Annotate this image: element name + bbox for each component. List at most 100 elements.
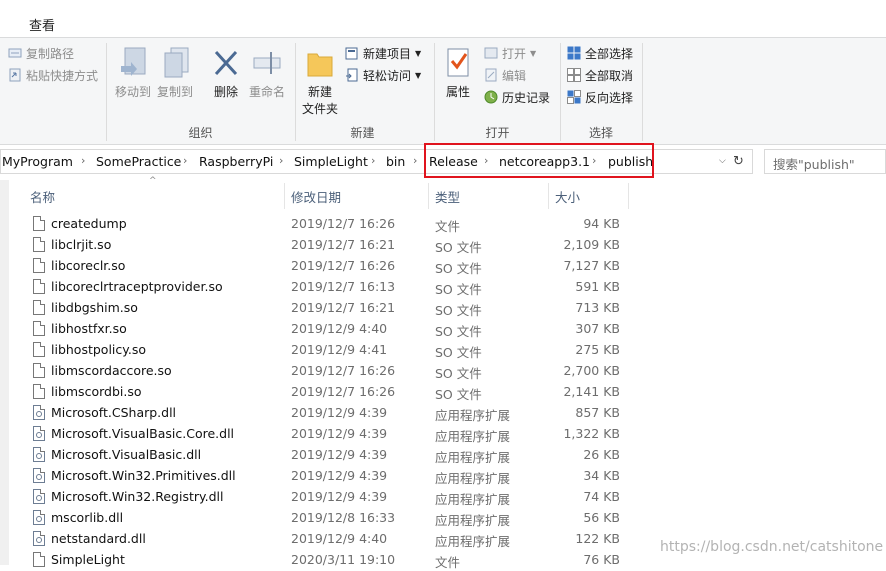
file-modified-date: 2019/12/9 4:39 bbox=[291, 405, 388, 420]
breadcrumb-somepractice[interactable]: SomePractice bbox=[96, 154, 181, 169]
file-row[interactable]: libhostfxr.so 2019/12/9 4:40 SO 文件 307 KB bbox=[0, 319, 640, 340]
file-row[interactable]: Microsoft.Win32.Registry.dll 2019/12/9 4:… bbox=[0, 487, 640, 508]
file-name: libhostfxr.so bbox=[51, 321, 127, 336]
open-label: 打开 bbox=[502, 46, 527, 61]
folder-icon bbox=[304, 46, 336, 80]
file-modified-date: 2019/12/9 4:39 bbox=[291, 468, 388, 483]
breadcrumb-simplelight[interactable]: SimpleLight bbox=[294, 154, 368, 169]
file-row[interactable]: libmscordbi.so 2019/12/7 16:26 SO 文件 2,141 … bbox=[0, 382, 640, 403]
tab-view[interactable]: 查看 bbox=[29, 15, 55, 34]
new-folder-button[interactable]: 新建 文件夹 bbox=[300, 46, 340, 118]
file-name: Microsoft.Win32.Primitives.dll bbox=[51, 468, 236, 483]
file-icon bbox=[33, 363, 45, 378]
new-item-button[interactable]: 新建项目 ▼ bbox=[345, 43, 421, 63]
file-name: libmscordaccore.so bbox=[51, 363, 172, 378]
path-highlight-box bbox=[424, 143, 654, 178]
edit-button[interactable]: 编辑 bbox=[484, 65, 526, 85]
file-row[interactable]: libclrjit.so 2019/12/7 16:21 SO 文件 2,109 KB bbox=[0, 235, 640, 256]
select-all-icon bbox=[567, 46, 581, 60]
file-size: 591 KB bbox=[575, 279, 620, 294]
move-to-button[interactable]: 移动到 bbox=[113, 46, 153, 101]
column-header-type[interactable]: 类型 bbox=[435, 187, 460, 206]
new-item-icon bbox=[345, 46, 359, 60]
file-row[interactable]: libcoreclrtraceptprovider.so 2019/12/7 16… bbox=[0, 277, 640, 298]
breadcrumb-separator-icon[interactable]: › bbox=[371, 154, 375, 167]
rename-button[interactable]: 重命名 bbox=[246, 46, 288, 101]
file-type: 文件 bbox=[435, 219, 461, 234]
file-modified-date: 2019/12/9 4:40 bbox=[291, 531, 388, 546]
column-divider[interactable] bbox=[428, 183, 429, 209]
file-row[interactable]: libmscordaccore.so 2019/12/7 16:26 SO 文件 2,… bbox=[0, 361, 640, 382]
file-modified-date: 2019/12/7 16:21 bbox=[291, 300, 396, 315]
file-row[interactable]: createdump 2019/12/7 16:26 文件 94 KB bbox=[0, 214, 640, 235]
file-row[interactable]: Microsoft.VisualBasic.Core.dll 2019/12/9 … bbox=[0, 424, 640, 445]
file-name: libclrjit.so bbox=[51, 237, 112, 252]
properties-button[interactable]: 属性 bbox=[440, 46, 476, 101]
file-row[interactable]: Microsoft.VisualBasic.dll 2019/12/9 4:39 应… bbox=[0, 445, 640, 466]
file-modified-date: 2019/12/9 4:40 bbox=[291, 321, 388, 336]
breadcrumb-myprogram[interactable]: MyProgram bbox=[2, 154, 73, 169]
select-all-button[interactable]: 全部选择 bbox=[567, 43, 633, 63]
file-row[interactable]: libcoreclr.so 2019/12/7 16:26 SO 文件 7,127 K… bbox=[0, 256, 640, 277]
file-name: libcoreclrtraceptprovider.so bbox=[51, 279, 223, 294]
file-row[interactable]: SimpleLight 2020/3/11 19:10 文件 76 KB bbox=[0, 550, 640, 571]
file-icon bbox=[33, 384, 45, 399]
file-type: 应用程序扩展 bbox=[435, 450, 511, 465]
file-row[interactable]: mscorlib.dll 2019/12/8 16:33 应用程序扩展 56 KB bbox=[0, 508, 640, 529]
file-icon bbox=[33, 237, 45, 252]
file-type: SO 文件 bbox=[435, 261, 482, 276]
file-size: 2,141 KB bbox=[563, 384, 620, 399]
history-button[interactable]: 历史记录 bbox=[484, 87, 550, 107]
delete-button[interactable]: 删除 bbox=[206, 46, 246, 101]
refresh-icon[interactable]: ↻ bbox=[733, 154, 744, 169]
file-size: 74 KB bbox=[583, 489, 620, 504]
copy-path-button[interactable]: 复制路径 bbox=[8, 43, 74, 63]
column-header-size[interactable]: 大小 bbox=[555, 187, 580, 206]
file-size: 275 KB bbox=[575, 342, 620, 357]
breadcrumb-separator-icon[interactable]: › bbox=[81, 154, 85, 167]
file-row[interactable]: Microsoft.CSharp.dll 2019/12/9 4:39 应用程序扩展… bbox=[0, 403, 640, 424]
file-name: libhostpolicy.so bbox=[51, 342, 147, 357]
easy-access-label: 轻松访问 bbox=[363, 68, 412, 83]
file-row[interactable]: netstandard.dll 2019/12/9 4:40 应用程序扩展 122 K… bbox=[0, 529, 640, 550]
column-divider[interactable] bbox=[284, 183, 285, 209]
file-name: Microsoft.Win32.Registry.dll bbox=[51, 489, 224, 504]
breadcrumb-separator-icon[interactable]: › bbox=[413, 154, 417, 167]
breadcrumb-separator-icon[interactable]: › bbox=[183, 154, 187, 167]
column-header-date[interactable]: 修改日期 bbox=[291, 187, 341, 206]
invert-selection-button[interactable]: 反向选择 bbox=[567, 87, 633, 107]
file-row[interactable]: libhostpolicy.so 2019/12/9 4:41 SO 文件 275 K… bbox=[0, 340, 640, 361]
open-button[interactable]: 打开 ▼ bbox=[484, 43, 536, 63]
dropdown-arrow-icon: ▼ bbox=[530, 48, 537, 58]
dll-file-icon bbox=[33, 489, 45, 504]
dropdown-arrow-icon: ▼ bbox=[415, 48, 422, 58]
file-row[interactable]: Microsoft.Win32.Primitives.dll 2019/12/9 … bbox=[0, 466, 640, 487]
search-box[interactable]: 搜索"publish" bbox=[764, 149, 886, 174]
copy-to-button[interactable]: 复制到 bbox=[155, 46, 195, 101]
dll-file-icon bbox=[33, 447, 45, 462]
address-dropdown-icon[interactable]: ⌵ bbox=[719, 156, 726, 166]
open-icon bbox=[484, 46, 498, 60]
select-none-button[interactable]: 全部取消 bbox=[567, 65, 633, 85]
paste-shortcut-button[interactable]: 粘贴快捷方式 bbox=[8, 65, 98, 85]
file-modified-date: 2019/12/9 4:39 bbox=[291, 447, 388, 462]
group-label-organize: 组织 bbox=[188, 126, 213, 140]
column-header-name[interactable]: 名称 bbox=[30, 187, 55, 206]
column-divider[interactable] bbox=[548, 183, 549, 209]
file-modified-date: 2019/12/7 16:21 bbox=[291, 237, 396, 252]
column-divider[interactable] bbox=[628, 183, 629, 209]
file-type: SO 文件 bbox=[435, 324, 482, 339]
easy-access-button[interactable]: 轻松访问 ▼ bbox=[345, 65, 421, 85]
breadcrumb-separator-icon[interactable]: › bbox=[279, 154, 283, 167]
properties-icon bbox=[442, 46, 474, 80]
breadcrumb-raspberrypi[interactable]: RaspberryPi bbox=[199, 154, 273, 169]
file-type: 应用程序扩展 bbox=[435, 534, 511, 549]
breadcrumb-bin[interactable]: bin bbox=[386, 154, 405, 169]
file-modified-date: 2019/12/9 4:39 bbox=[291, 426, 388, 441]
file-modified-date: 2019/12/7 16:26 bbox=[291, 384, 396, 399]
file-name: createdump bbox=[51, 216, 127, 231]
file-type: SO 文件 bbox=[435, 387, 482, 402]
watermark: https://blog.csdn.net/catshitone bbox=[660, 539, 884, 555]
file-row[interactable]: libdbgshim.so 2019/12/7 16:21 SO 文件 713 KB bbox=[0, 298, 640, 319]
copy-path-icon bbox=[8, 46, 22, 60]
